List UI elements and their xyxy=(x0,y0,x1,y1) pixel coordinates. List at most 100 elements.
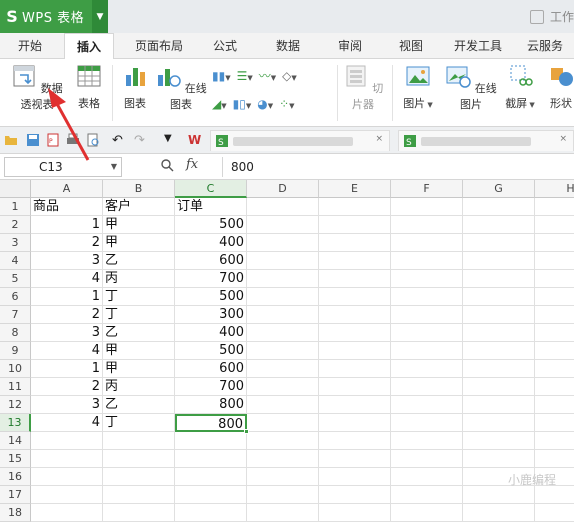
save-icon[interactable] xyxy=(26,133,40,147)
cell-a12[interactable]: 3 xyxy=(31,396,103,414)
pivot-table-button[interactable]: 数据透视表 xyxy=(6,63,68,112)
cell-e2[interactable] xyxy=(319,216,391,234)
cell-f13[interactable] xyxy=(391,414,463,432)
cell-a1[interactable]: 商品 xyxy=(31,198,103,216)
cell-d6[interactable] xyxy=(247,288,319,306)
column-header-b[interactable]: B xyxy=(103,180,175,198)
cell-g5[interactable] xyxy=(463,270,535,288)
picture-button[interactable]: 图片 ▼ xyxy=(398,63,438,111)
cell-a14[interactable] xyxy=(31,432,103,450)
cell-g18[interactable] xyxy=(463,504,535,522)
row-header-7[interactable]: 7 xyxy=(0,306,31,324)
cell-f8[interactable] xyxy=(391,324,463,342)
row-header-16[interactable]: 16 xyxy=(0,468,31,486)
cell-h5[interactable] xyxy=(535,270,574,288)
cell-c8[interactable]: 400 xyxy=(175,324,247,342)
cell-d8[interactable] xyxy=(247,324,319,342)
cell-f4[interactable] xyxy=(391,252,463,270)
cell-a2[interactable]: 1 xyxy=(31,216,103,234)
cell-d2[interactable] xyxy=(247,216,319,234)
cell-d1[interactable] xyxy=(247,198,319,216)
cell-g1[interactable] xyxy=(463,198,535,216)
cell-b16[interactable] xyxy=(103,468,175,486)
cell-e12[interactable] xyxy=(319,396,391,414)
cell-f7[interactable] xyxy=(391,306,463,324)
cell-a10[interactable]: 1 xyxy=(31,360,103,378)
cell-f6[interactable] xyxy=(391,288,463,306)
cell-c9[interactable]: 500 xyxy=(175,342,247,360)
cell-a5[interactable]: 4 xyxy=(31,270,103,288)
chevron-down-icon[interactable]: ▼ xyxy=(92,0,108,33)
cell-f5[interactable] xyxy=(391,270,463,288)
row-header-12[interactable]: 12 xyxy=(0,396,31,414)
cell-h17[interactable] xyxy=(535,486,574,504)
cell-h9[interactable] xyxy=(535,342,574,360)
row-header-6[interactable]: 6 xyxy=(0,288,31,306)
table-button[interactable]: 表格 xyxy=(72,63,106,111)
cell-e10[interactable] xyxy=(319,360,391,378)
name-box[interactable]: C13 ▼ xyxy=(4,157,122,177)
column-header-h[interactable]: H xyxy=(535,180,574,198)
cell-c1[interactable]: 订单 xyxy=(175,198,247,216)
cell-e16[interactable] xyxy=(319,468,391,486)
cell-h14[interactable] xyxy=(535,432,574,450)
cell-b13[interactable]: 丁 xyxy=(103,414,175,432)
row-header-10[interactable]: 10 xyxy=(0,360,31,378)
cell-d3[interactable] xyxy=(247,234,319,252)
column-header-g[interactable]: G xyxy=(463,180,535,198)
cell-d10[interactable] xyxy=(247,360,319,378)
cell-g9[interactable] xyxy=(463,342,535,360)
open-folder-icon[interactable] xyxy=(4,133,18,147)
document-tab-1[interactable]: S × xyxy=(210,130,390,151)
cell-f1[interactable] xyxy=(391,198,463,216)
cell-c11[interactable]: 700 xyxy=(175,378,247,396)
cell-f9[interactable] xyxy=(391,342,463,360)
cell-e18[interactable] xyxy=(319,504,391,522)
cell-e8[interactable] xyxy=(319,324,391,342)
cell-c18[interactable] xyxy=(175,504,247,522)
line-chart-icon[interactable]: 〰▼ xyxy=(259,67,276,84)
tab-data[interactable]: 数据 xyxy=(276,33,300,59)
pie-chart-icon[interactable]: ◕▼ xyxy=(257,97,273,111)
cell-f10[interactable] xyxy=(391,360,463,378)
shape-button[interactable]: 形状 xyxy=(544,63,574,111)
cell-h4[interactable] xyxy=(535,252,574,270)
cell-b17[interactable] xyxy=(103,486,175,504)
cell-b4[interactable]: 乙 xyxy=(103,252,175,270)
cell-b11[interactable]: 丙 xyxy=(103,378,175,396)
cell-d14[interactable] xyxy=(247,432,319,450)
window-icon[interactable] xyxy=(529,9,544,24)
cell-e7[interactable] xyxy=(319,306,391,324)
cell-a9[interactable]: 4 xyxy=(31,342,103,360)
cell-c5[interactable]: 700 xyxy=(175,270,247,288)
cell-h15[interactable] xyxy=(535,450,574,468)
column-header-c[interactable]: C xyxy=(175,180,247,198)
row-header-14[interactable]: 14 xyxy=(0,432,31,450)
row-header-9[interactable]: 9 xyxy=(0,342,31,360)
select-all-corner[interactable] xyxy=(0,180,31,198)
radar-chart-icon[interactable]: ◇▼ xyxy=(282,69,297,83)
online-chart-button[interactable]: 在线图表 xyxy=(154,63,208,112)
cell-f17[interactable] xyxy=(391,486,463,504)
cell-h11[interactable] xyxy=(535,378,574,396)
cell-g17[interactable] xyxy=(463,486,535,504)
cell-e3[interactable] xyxy=(319,234,391,252)
cell-f15[interactable] xyxy=(391,450,463,468)
cell-h18[interactable] xyxy=(535,504,574,522)
export-pdf-icon[interactable]: P xyxy=(46,133,60,147)
cell-a17[interactable] xyxy=(31,486,103,504)
row-header-1[interactable]: 1 xyxy=(0,198,31,216)
cell-b14[interactable] xyxy=(103,432,175,450)
column-chart-icon[interactable]: ▮▮▼ xyxy=(212,69,231,83)
cell-h8[interactable] xyxy=(535,324,574,342)
row-header-4[interactable]: 4 xyxy=(0,252,31,270)
tab-formulas[interactable]: 公式 xyxy=(213,33,237,59)
cell-h7[interactable] xyxy=(535,306,574,324)
cell-f3[interactable] xyxy=(391,234,463,252)
bar-chart-h-icon[interactable]: ☰▼ xyxy=(237,69,253,83)
cell-a7[interactable]: 2 xyxy=(31,306,103,324)
formula-input[interactable]: 800 xyxy=(222,157,574,177)
cell-e17[interactable] xyxy=(319,486,391,504)
online-picture-button[interactable]: 在线图片 xyxy=(444,63,498,112)
cell-g13[interactable] xyxy=(463,414,535,432)
